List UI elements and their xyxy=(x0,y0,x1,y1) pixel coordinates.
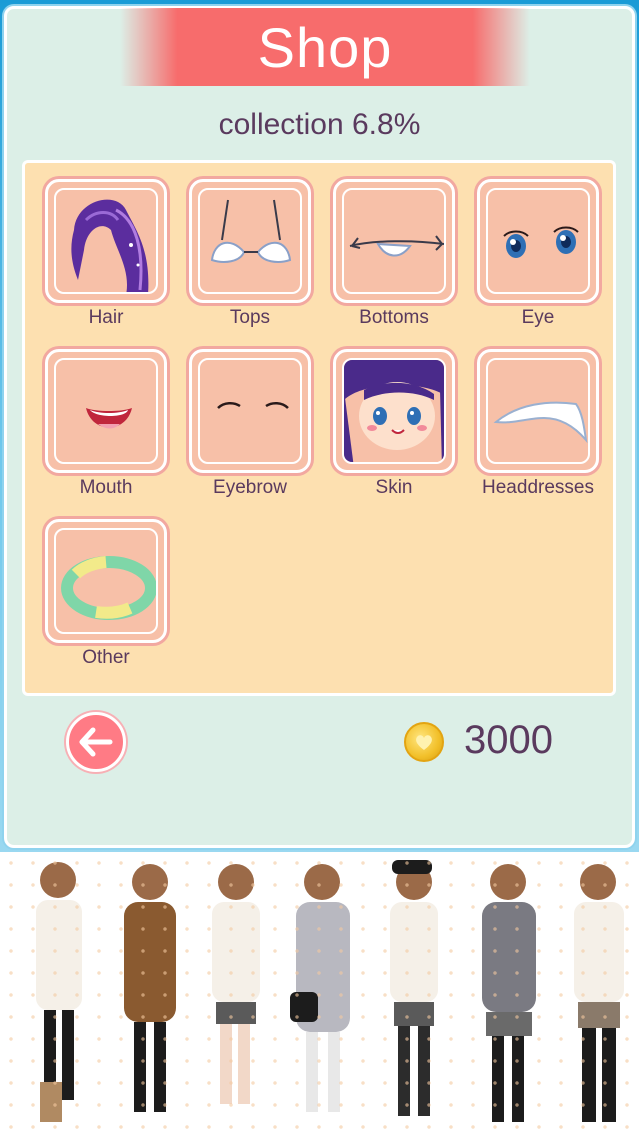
category-tile[interactable] xyxy=(333,179,455,303)
category-label: Eye xyxy=(521,307,555,328)
category-label: Tops xyxy=(229,307,271,328)
category-label: Skin xyxy=(375,477,413,498)
banner-pattern xyxy=(0,852,639,1136)
headdress-icon xyxy=(493,401,588,444)
category-mouth[interactable]: Mouth xyxy=(41,349,171,509)
category-tops[interactable]: Tops xyxy=(185,179,315,339)
category-tile[interactable] xyxy=(333,349,455,473)
title-banner: Shop xyxy=(120,8,530,86)
eyebrow-icon xyxy=(217,402,289,409)
heart-coin-icon xyxy=(416,735,432,750)
category-tile[interactable] xyxy=(189,179,311,303)
category-label: Bottoms xyxy=(359,307,429,328)
back-button[interactable] xyxy=(66,712,126,772)
category-label: Hair xyxy=(88,307,124,328)
category-grid: Hair Tops Bottoms Eye Mouth Eyebrow Skin… xyxy=(22,160,616,696)
coin-icon xyxy=(404,722,444,762)
mouth-icon xyxy=(86,408,132,429)
category-hair[interactable]: Hair xyxy=(41,179,171,339)
collection-progress: collection 6.8% xyxy=(218,108,421,141)
bottoms-icon xyxy=(349,235,444,257)
tops-icon xyxy=(210,199,292,263)
category-tile[interactable] xyxy=(477,179,599,303)
back-arrow-icon xyxy=(79,727,113,757)
category-label: Headdresses xyxy=(482,477,594,498)
category-label: Eyebrow xyxy=(213,477,287,498)
category-tile[interactable] xyxy=(45,519,167,643)
category-bottoms[interactable]: Bottoms xyxy=(329,179,459,339)
category-tile[interactable] xyxy=(477,349,599,473)
category-tile[interactable] xyxy=(189,349,311,473)
skin-icon xyxy=(344,360,444,462)
category-tile[interactable] xyxy=(45,179,167,303)
category-eye[interactable]: Eye xyxy=(473,179,603,339)
category-label: Mouth xyxy=(79,477,133,498)
category-other[interactable]: Other xyxy=(41,519,171,679)
eye-icon xyxy=(503,226,579,258)
category-headdresses[interactable]: Headdresses xyxy=(473,349,603,509)
page-title: Shop xyxy=(257,15,393,79)
category-label: Other xyxy=(82,647,130,668)
bracelet-icon xyxy=(61,556,156,620)
coin-balance: 3000 xyxy=(464,718,553,762)
category-eyebrow[interactable]: Eyebrow xyxy=(185,349,315,509)
ad-banner[interactable] xyxy=(0,852,639,1136)
category-skin[interactable]: Skin xyxy=(329,349,459,509)
category-tile[interactable] xyxy=(45,349,167,473)
hair-icon xyxy=(71,199,149,292)
